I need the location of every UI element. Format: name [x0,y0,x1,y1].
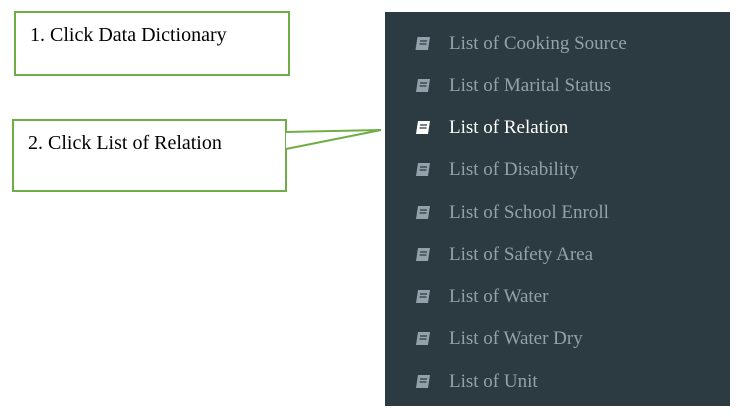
book-icon [415,36,430,51]
callout-step-2-text: 2. Click List of Relation [28,132,222,154]
book-icon [416,163,430,176]
menu-item-label: List of Water [449,286,549,307]
menu-item-water[interactable]: List of Water [385,281,730,313]
menu-item-unit[interactable]: List of Unit [385,366,730,398]
menu-item-label: List of Safety Area [449,244,594,265]
menu-item-label: List of Disability [449,159,579,180]
book-icon [416,375,430,388]
book-icon [416,290,430,303]
menu-item-label: List of School Enroll [449,202,609,223]
callout-step-1: 1. Click Data Dictionary [14,11,290,76]
callout-step-1-text: 1. Click Data Dictionary [30,24,227,46]
book-icon [416,206,430,219]
menu-item-school-enroll[interactable]: List of School Enroll [385,197,730,229]
menu-item-label: List of Cooking Source [449,33,627,54]
menu-item-safety-area[interactable]: List of Safety Area [385,239,730,271]
sidebar-menu: List of Cooking Source List of Marital S… [385,12,730,406]
menu-item-label: List of Water Dry [449,328,583,349]
menu-item-label: List of Relation [449,117,569,138]
menu-item-label: List of Marital Status [449,75,612,96]
menu-item-disability[interactable]: List of Disability [385,154,730,186]
book-icon [416,332,430,345]
callout-step-2: 2. Click List of Relation [12,119,287,192]
menu-item-marital-status[interactable]: List of Marital Status [385,70,730,102]
menu-item-relation[interactable]: List of Relation [385,112,730,144]
book-icon [416,248,430,261]
menu-item-cooking-source[interactable]: List of Cooking Source [385,28,730,60]
menu-item-label: List of Unit [449,371,538,392]
menu-item-water-dry[interactable]: List of Water Dry [385,323,730,355]
book-icon [416,121,430,134]
book-icon [416,79,430,92]
